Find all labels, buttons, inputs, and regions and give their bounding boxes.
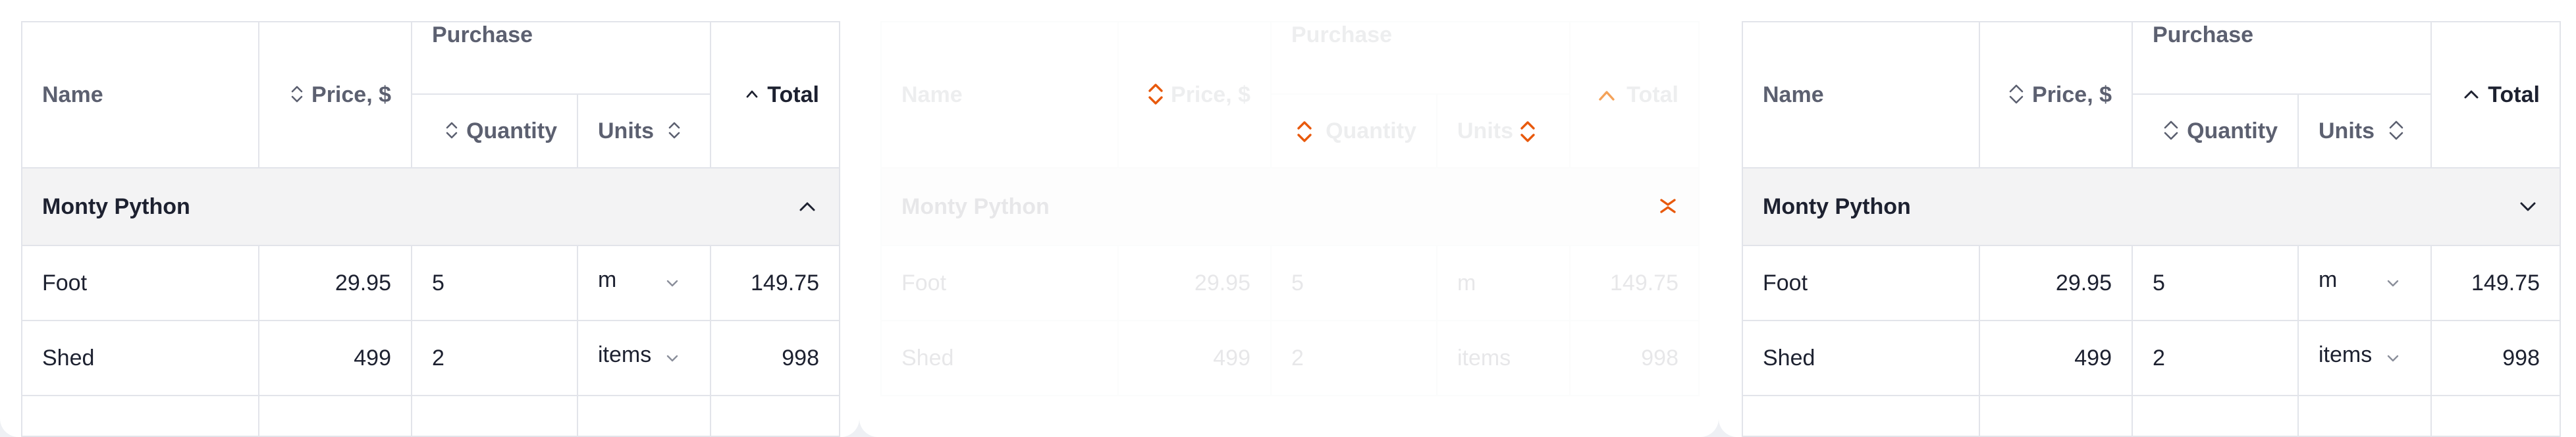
table-row: Foot 29.95 5 m 149.75 xyxy=(21,245,840,321)
header-name: Name xyxy=(880,21,1119,168)
sort-updown-icon[interactable] xyxy=(668,120,681,140)
group-header[interactable]: Monty Python xyxy=(21,167,840,246)
cell-price: 499 xyxy=(1117,320,1272,396)
group-row: Monty Python xyxy=(880,167,1700,246)
cell-name: Foot xyxy=(1742,245,1980,321)
cell-price: 29.95 xyxy=(1979,245,2133,321)
cell-price: 29.95 xyxy=(1117,245,1272,321)
expand-collapse-highlight-icon xyxy=(1660,199,1676,213)
chevron-down-icon xyxy=(2387,355,2399,362)
header-units[interactable]: Units xyxy=(577,93,711,168)
header-price[interactable]: Price, $ xyxy=(1979,21,2133,168)
cell-quantity[interactable]: 2 xyxy=(2132,320,2299,396)
table-row xyxy=(1742,395,2561,437)
chevron-down-icon xyxy=(666,355,678,362)
table-row: Shed 499 2 items 998 xyxy=(880,320,1700,396)
table-row xyxy=(21,395,840,437)
data-table-ghost: Name Price, $ Purchase Total Quantity Un… xyxy=(880,21,1700,396)
table-card-ghost: Name Price, $ Purchase Total Quantity Un… xyxy=(859,0,1719,437)
header-total[interactable]: Total xyxy=(710,21,840,168)
sort-updown-highlight-icon xyxy=(1297,121,1312,142)
cell-price: 499 xyxy=(258,320,412,396)
sort-updown-highlight-icon xyxy=(1520,121,1535,142)
chevron-down-icon[interactable] xyxy=(2517,196,2538,217)
sort-ascending-highlight-icon xyxy=(1599,91,1615,101)
units-select[interactable]: items xyxy=(2297,320,2432,396)
sort-updown-icon[interactable] xyxy=(290,84,304,104)
cell-name: Shed xyxy=(21,320,259,396)
cell-quantity[interactable]: 2 xyxy=(411,320,578,396)
header-price: Price, $ xyxy=(1117,21,1272,168)
sort-updown-icon[interactable] xyxy=(2388,118,2404,142)
table-row: Foot 29.95 5 m 149.75 xyxy=(880,245,1700,321)
cell-name: Foot xyxy=(21,245,259,321)
cell-quantity: 5 xyxy=(1270,245,1437,321)
header-purchase: Purchase xyxy=(411,21,711,95)
group-row[interactable]: Monty Python xyxy=(1742,167,2561,246)
table-row: Shed 499 2 items 998 xyxy=(21,320,840,396)
cell-total: 998 xyxy=(1569,320,1700,396)
header-price[interactable]: Price, $ xyxy=(258,21,412,168)
cell-name: Foot xyxy=(880,245,1119,321)
cell-quantity: 2 xyxy=(1270,320,1437,396)
units-select[interactable]: items xyxy=(577,320,711,396)
sort-updown-icon[interactable] xyxy=(2163,118,2179,142)
cell-total: 149.75 xyxy=(710,245,840,321)
cell-total: 149.75 xyxy=(2430,245,2561,321)
sort-updown-icon[interactable] xyxy=(445,120,458,140)
units-select[interactable]: m xyxy=(577,245,711,321)
cell-total: 149.75 xyxy=(1569,245,1700,321)
chevron-up-icon[interactable] xyxy=(797,196,818,217)
chevron-down-icon xyxy=(666,280,678,287)
header-purchase: Purchase xyxy=(2132,21,2432,95)
header-units: Units xyxy=(1436,93,1570,168)
chevron-down-icon xyxy=(2387,280,2399,287)
cell-price: 29.95 xyxy=(258,245,412,321)
sort-updown-icon[interactable] xyxy=(2008,82,2024,106)
header-quantity[interactable]: Quantity xyxy=(2132,93,2299,168)
header-purchase: Purchase xyxy=(1270,21,1570,95)
table-card-3: Name Price, $ Purchase Total Quantity Un… xyxy=(1719,0,2576,437)
cell-total: 998 xyxy=(710,320,840,396)
data-table-1: Name Price, $ Purchase Total Quantity Un… xyxy=(21,21,840,437)
cell-total: 998 xyxy=(2430,320,2561,396)
cell-price: 499 xyxy=(1979,320,2133,396)
header-quantity[interactable]: Quantity xyxy=(411,93,578,168)
cell-units: items xyxy=(1436,320,1570,396)
cell-quantity[interactable]: 5 xyxy=(2132,245,2299,321)
units-select[interactable]: m xyxy=(2297,245,2432,321)
group-header[interactable]: Monty Python xyxy=(1742,167,2561,246)
table-row: Shed 499 2 items 998 xyxy=(1742,320,2561,396)
sort-ascending-icon[interactable] xyxy=(2463,87,2480,101)
cell-name: Shed xyxy=(880,320,1119,396)
header-name[interactable]: Name xyxy=(21,21,259,168)
header-name[interactable]: Name xyxy=(1742,21,1980,168)
group-header: Monty Python xyxy=(880,167,1700,246)
cell-quantity[interactable]: 5 xyxy=(411,245,578,321)
group-row[interactable]: Monty Python xyxy=(21,167,840,246)
cell-units: m xyxy=(1436,245,1570,321)
sort-ascending-icon[interactable] xyxy=(745,87,759,101)
cell-name: Shed xyxy=(1742,320,1980,396)
header-total[interactable]: Total xyxy=(2430,21,2561,168)
table-card-1: Name Price, $ Purchase Total Quantity Un… xyxy=(0,0,859,437)
header-units[interactable]: Units xyxy=(2297,93,2432,168)
data-table-3: Name Price, $ Purchase Total Quantity Un… xyxy=(1742,21,2561,437)
table-row: Foot 29.95 5 m 149.75 xyxy=(1742,245,2561,321)
header-total: Total xyxy=(1569,21,1700,168)
sort-updown-highlight-icon xyxy=(1148,84,1163,105)
